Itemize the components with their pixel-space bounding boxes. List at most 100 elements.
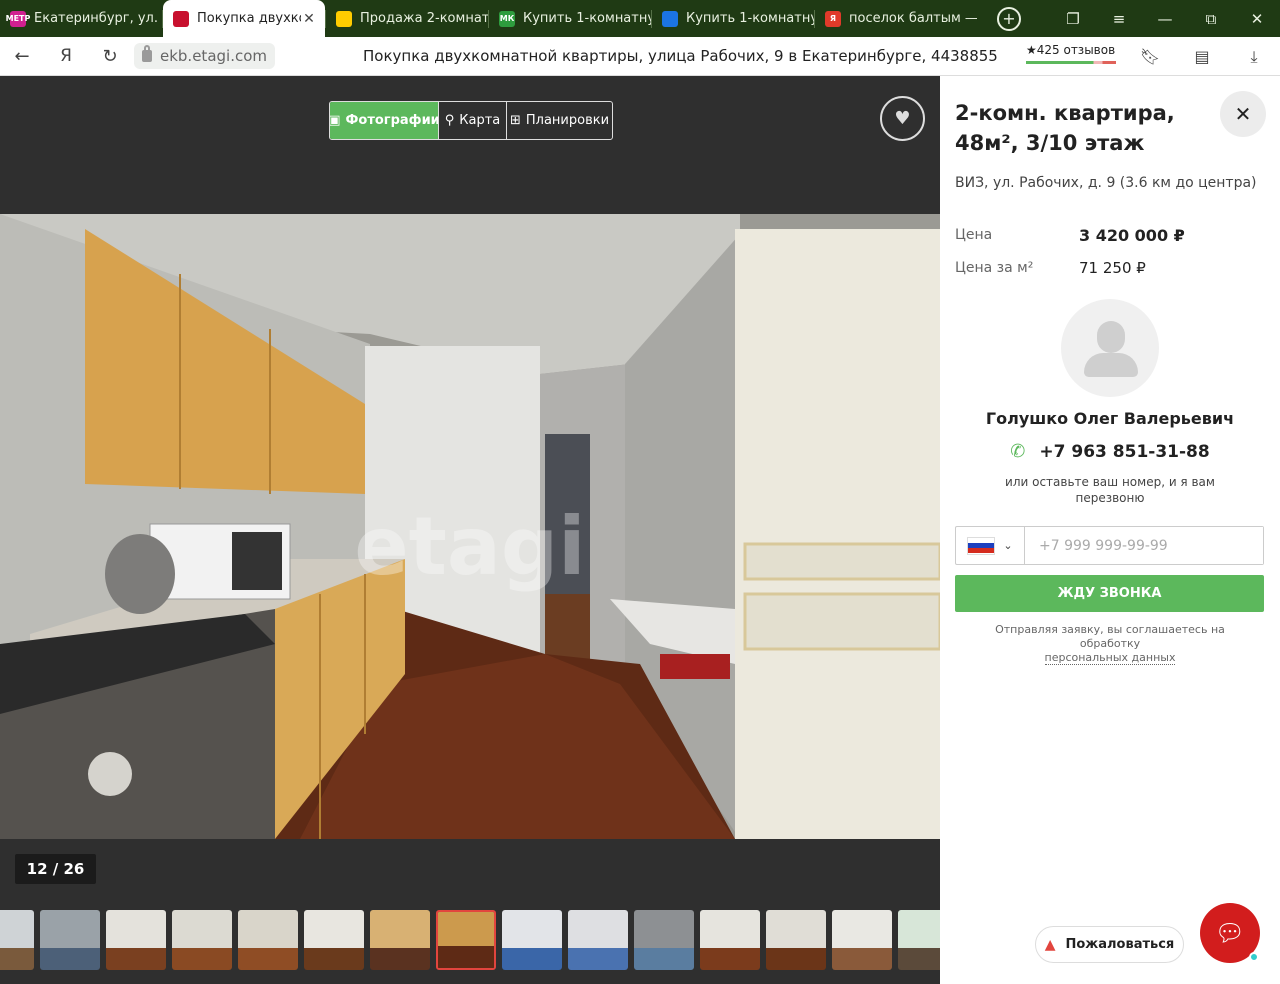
minimize-icon[interactable]: — [1142, 0, 1188, 37]
favorite-button[interactable]: ♥ [880, 96, 925, 141]
address-bar-tools: 🔖︎ ▤ ⤓ [1124, 37, 1280, 76]
photo-thumbnail[interactable] [766, 910, 826, 970]
photo-thumbnail[interactable] [106, 910, 166, 970]
reload-icon[interactable]: ↻ [88, 37, 132, 76]
main-photo[interactable]: etagi [0, 214, 940, 839]
phone-input[interactable] [1025, 527, 1263, 564]
thumbnail-wall-shape [634, 910, 694, 948]
photo-thumbnail[interactable] [700, 910, 760, 970]
close-button[interactable]: ✕ [1220, 91, 1266, 137]
url-field[interactable]: ekb.etagi.com [134, 43, 275, 69]
thumbnail-floor-shape [0, 948, 34, 970]
tab-favicon-icon [336, 10, 352, 27]
tab-photos[interactable]: ▣ Фотографии [329, 102, 440, 139]
restore-icon[interactable]: ⧉ [1188, 0, 1234, 37]
browser-tab[interactable]: Купить 1-комнатну [652, 0, 814, 37]
thumbnail-strip [0, 910, 940, 972]
image-icon: ▣ [329, 113, 341, 128]
thumbnail-floor-shape [106, 948, 166, 970]
thumbnail-floor-shape [40, 948, 100, 970]
complain-button[interactable]: ▲ Пожаловаться [1035, 926, 1184, 963]
tab-title: Купить 1-комнатну [523, 11, 651, 26]
photo-thumbnail[interactable] [370, 910, 430, 970]
kitchen-photo: etagi [0, 214, 940, 839]
thumbnail-wall-shape [502, 910, 562, 948]
thumbnail-floor-shape [370, 948, 430, 970]
tab-title: поселок балтым — [849, 11, 977, 26]
heart-icon: ♥ [894, 108, 911, 129]
reviews-rating-bar [1026, 61, 1116, 64]
thumbnail-floor-shape [304, 948, 364, 970]
agent-phone-number: +7 963 851-31-88 [1039, 441, 1210, 462]
thumbnail-wall-shape [106, 910, 166, 948]
listing-panel: 2-комн. квартира, 48м², 3/10 этаж ✕ ВИЗ,… [940, 76, 1280, 984]
phone-icon: ✆ [1010, 441, 1026, 462]
photo-thumbnail[interactable] [172, 910, 232, 970]
tab-photos-label: Фотографии [345, 113, 440, 128]
photo-thumbnail[interactable] [238, 910, 298, 970]
thumbnail-floor-shape [502, 948, 562, 970]
bookmark-icon[interactable]: 🔖︎ [1124, 37, 1176, 76]
thumbnail-floor-shape [898, 948, 940, 970]
menu-icon[interactable]: ≡ [1096, 0, 1142, 37]
chevron-down-icon: ⌄ [1003, 539, 1013, 552]
tab-close-icon[interactable]: ✕ [301, 11, 317, 27]
photo-thumbnail[interactable] [634, 910, 694, 970]
photo-thumbnail[interactable] [0, 910, 34, 970]
reviews-badge[interactable]: ★425 отзывов [1026, 43, 1116, 64]
reader-icon[interactable]: ▤ [1176, 37, 1228, 76]
price-label: Цена [955, 227, 993, 243]
consent-label: Отправляя заявку, вы соглашаетесь на обр… [995, 623, 1225, 650]
thumbnail-wall-shape [766, 910, 826, 948]
tab-map[interactable]: ⚲ Карта [438, 102, 506, 139]
download-icon[interactable]: ⤓ [1228, 37, 1280, 76]
thumbnail-wall-shape [172, 910, 232, 948]
photo-thumbnail[interactable] [568, 910, 628, 970]
thumbnail-wall-shape [370, 910, 430, 948]
tab-favicon-icon: МК [499, 10, 515, 27]
photo-thumbnail[interactable] [436, 910, 496, 970]
close-window-icon[interactable]: ✕ [1234, 0, 1280, 37]
russia-flag-icon [967, 536, 996, 555]
country-select[interactable]: ⌄ [956, 527, 1025, 564]
agent-name: Голушко Олег Валерьевич [985, 409, 1235, 428]
privacy-link[interactable]: персональных данных [1044, 651, 1176, 665]
tab-title: Покупка двухком [197, 11, 301, 26]
browser-tab[interactable]: МЕТР Екатеринбург, ул. Р [0, 0, 162, 37]
thumbnail-wall-shape [0, 910, 34, 948]
callback-form: ⌄ [955, 526, 1264, 565]
thumbnail-floor-shape [238, 948, 298, 970]
photo-gallery: ▣ Фотографии ⚲ Карта ⊞ Планировки ♥ etag… [0, 76, 940, 984]
photo-thumbnail[interactable] [304, 910, 364, 970]
tab-list: МЕТРЕкатеринбург, ул. РПокупка двухком✕П… [0, 0, 977, 37]
price-per-m2-label: Цена за м² [955, 260, 1034, 276]
new-tab-button[interactable]: + [997, 6, 1021, 31]
thumbnail-wall-shape [438, 912, 494, 950]
thumbnail-floor-shape [634, 948, 694, 970]
close-icon: ✕ [1234, 102, 1252, 126]
agent-phone[interactable]: ✆ +7 963 851-31-88 [940, 441, 1280, 462]
thumbnail-wall-shape [238, 910, 298, 948]
photo-thumbnail[interactable] [898, 910, 940, 970]
browser-tab[interactable]: Покупка двухком✕ [163, 0, 325, 37]
browser-tab[interactable]: Продажа 2-комнат [326, 0, 488, 37]
photo-thumbnail[interactable] [502, 910, 562, 970]
page-title: Покупка двухкомнатной квартиры, улица Ра… [363, 47, 998, 65]
chat-icon: 💬︎ [1214, 919, 1246, 947]
floorplan-icon: ⊞ [509, 113, 521, 128]
request-call-button[interactable]: ЖДУ ЗВОНКА [955, 575, 1264, 612]
tab-manager-icon[interactable]: ❐ [1050, 0, 1096, 37]
thumbnail-wall-shape [568, 910, 628, 948]
photo-thumbnail[interactable] [40, 910, 100, 970]
tab-title: Продажа 2-комнат [360, 11, 488, 26]
thumbnail-wall-shape [700, 910, 760, 948]
photo-thumbnail[interactable] [832, 910, 892, 970]
tab-favicon-icon [662, 10, 678, 27]
window-controls: ❐ ≡ — ⧉ ✕ [1050, 0, 1280, 37]
tab-plans[interactable]: ⊞ Планировки [506, 102, 612, 139]
browser-tab[interactable]: МК Купить 1-комнатну [489, 0, 651, 37]
browser-tab[interactable]: Япоселок балтым — [815, 0, 977, 37]
back-icon[interactable]: ← [0, 37, 44, 76]
chat-button[interactable]: 💬︎ [1200, 903, 1260, 963]
yandex-logo-icon[interactable]: Я [44, 37, 88, 76]
